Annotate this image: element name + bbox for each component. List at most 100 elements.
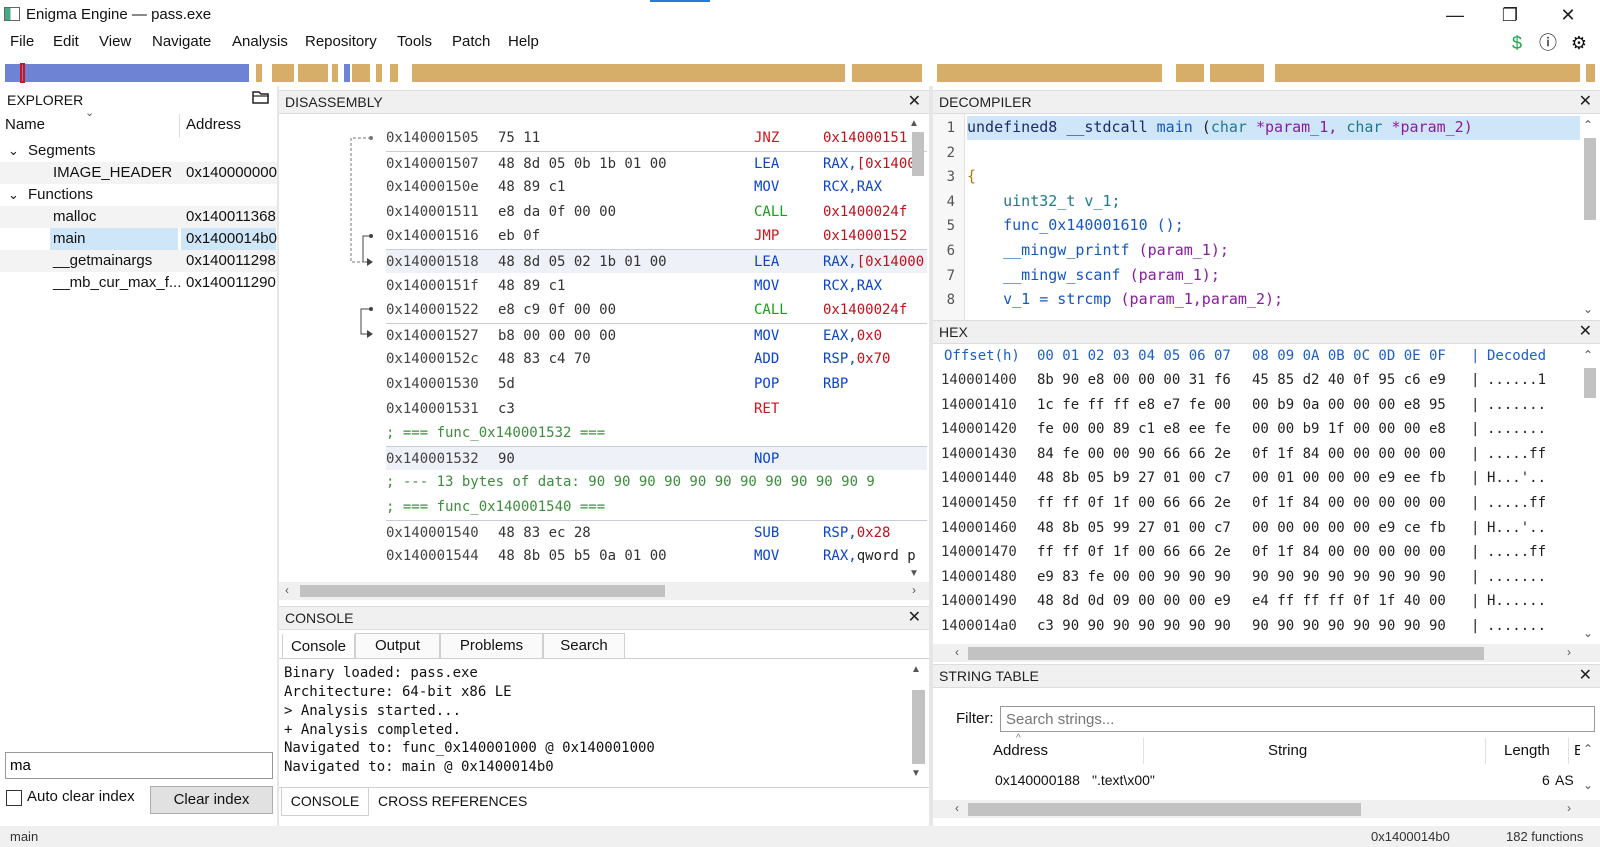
col-length-header[interactable]: Length (1504, 742, 1550, 759)
disasm-address[interactable]: 0x140001540 (386, 521, 479, 544)
tab-problems[interactable]: Problems (440, 633, 543, 659)
open-folder-icon[interactable] (252, 89, 270, 104)
gear-icon[interactable]: ⚙ (1568, 32, 1590, 54)
disasm-row[interactable]: 0x14000152c 48 83 c4 70 ADD RSP,0x70 (386, 347, 927, 371)
tree-group-functions[interactable]: ⌄ Functions (0, 184, 278, 206)
scroll-right-icon[interactable]: › (1567, 801, 1571, 815)
nav-data-segment[interactable] (937, 64, 1162, 82)
disasm-row[interactable]: 0x140001522 e8 c9 0f 00 00 CALL 0x1400024f (386, 298, 927, 322)
disasm-address[interactable]: 0x140001544 (386, 544, 479, 568)
menu-edit[interactable]: Edit (53, 33, 79, 50)
disasm-row[interactable]: 0x140001532 90 NOP (386, 445, 927, 470)
scroll-left-icon[interactable]: ‹ (955, 645, 959, 659)
disasm-row[interactable]: 0x140001527 b8 00 00 00 00 MOV EAX,0x0 (386, 322, 927, 347)
disasm-operand[interactable]: RSP,0x28 (823, 521, 890, 544)
disasm-comment-row[interactable]: ; === func_0x140001540 === (386, 495, 927, 519)
col-divider[interactable] (179, 114, 180, 138)
tree-item-getmainargs[interactable]: __getmainargs 0x140011298 (0, 250, 278, 272)
menu-file[interactable]: File (10, 33, 34, 50)
tab-output[interactable]: Output (355, 633, 440, 659)
disasm-address[interactable]: 0x140001505 (386, 126, 479, 150)
info-icon[interactable]: ⓘ (1537, 32, 1559, 54)
col-address-header[interactable]: Address (993, 742, 1048, 759)
scroll-up-icon[interactable]: ▲ (909, 118, 919, 129)
auto-clear-checkbox[interactable] (6, 790, 22, 806)
decompiler-vscroll-thumb[interactable] (1584, 138, 1596, 220)
disasm-operand[interactable]: RCX,RAX (823, 175, 882, 199)
nav-code-segment[interactable] (5, 64, 249, 82)
col-divider[interactable] (1143, 738, 1144, 764)
nav-data-segment[interactable] (1275, 64, 1580, 82)
navigation-band[interactable] (0, 60, 1600, 86)
disasm-row[interactable]: 0x140001544 48 8b 05 b5 0a 01 00 MOV RAX,qw… (386, 544, 927, 568)
scroll-right-icon[interactable]: › (912, 583, 916, 597)
scroll-down-icon[interactable]: ▼ (909, 568, 919, 579)
disasm-operand[interactable]: 0x1400024f (823, 298, 907, 322)
nav-data-segment[interactable] (272, 64, 294, 82)
nav-data-segment[interactable] (376, 64, 382, 82)
disasm-row[interactable]: 0x140001530 5d POP RBP (386, 372, 927, 396)
scroll-down-icon[interactable]: ⌄ (1583, 778, 1593, 792)
menu-repository[interactable]: Repository (305, 33, 377, 50)
decompiler-line[interactable]: __mingw_scanf (param_1); (967, 266, 1220, 284)
close-icon[interactable]: ✕ (908, 91, 921, 113)
scroll-down-icon[interactable]: ⌄ (1583, 302, 1593, 316)
expand-chevron-icon[interactable]: ⌄ (8, 140, 19, 162)
nav-data-segment[interactable] (412, 64, 845, 82)
col-string-header[interactable]: String (1268, 742, 1307, 759)
disasm-address[interactable]: 0x14000151f (386, 274, 479, 298)
decompiler-line[interactable]: __mingw_printf (param_1); (967, 241, 1229, 259)
scroll-left-icon[interactable]: ‹ (285, 583, 289, 597)
hex-view[interactable]: Offset(h) 00 01 02 03 04 05 06 07 08 09 … (933, 344, 1580, 644)
scroll-right-icon[interactable]: › (1567, 645, 1571, 659)
disasm-operand[interactable]: 0x14000151 (823, 126, 907, 150)
string-row[interactable]: 0x140000188 ".text\x00" 6 AS (955, 769, 1575, 793)
menu-view[interactable]: View (99, 33, 131, 50)
disasm-operand[interactable]: RAX,qword p (823, 544, 916, 568)
disasm-comment-row[interactable]: ; === func_0x140001532 === (386, 421, 927, 445)
disasm-address[interactable]: 0x140001532 (386, 447, 479, 470)
decompiler-line[interactable]: undefined8 __stdcall main (char *param_1… (967, 118, 1473, 136)
console-output[interactable]: Binary loaded: pass.exe Architecture: 64… (279, 659, 909, 781)
disasm-operand[interactable]: RAX,[0x14000 (823, 250, 924, 273)
scroll-up-icon[interactable]: ▲ (911, 664, 921, 675)
close-icon[interactable]: ✕ (1579, 91, 1592, 113)
disasm-row[interactable]: 0x14000150e 48 89 c1 MOV RCX,RAX (386, 175, 927, 199)
disasm-address[interactable]: 0x140001511 (386, 200, 479, 224)
nav-data-segment[interactable] (352, 64, 370, 82)
disasm-row[interactable]: 0x140001516 eb 0f JMP 0x14000152 (386, 224, 927, 248)
close-button[interactable]: ✕ (1553, 2, 1583, 28)
disasm-operand[interactable]: 0x14000152 (823, 224, 907, 248)
nav-data-segment[interactable] (390, 64, 398, 82)
tree-item-main[interactable]: main 0x1400014b0 (0, 228, 278, 250)
scroll-down-icon[interactable]: ⌄ (1583, 626, 1593, 640)
nav-code-segment[interactable] (344, 64, 350, 82)
col-divider[interactable] (1485, 738, 1486, 764)
nav-data-segment[interactable] (1586, 64, 1595, 82)
disasm-operand[interactable]: RBP (823, 372, 848, 396)
restore-button[interactable]: ❐ (1495, 2, 1525, 28)
menu-help[interactable]: Help (508, 33, 539, 50)
menu-analysis[interactable]: Analysis (232, 33, 288, 50)
disasm-row[interactable]: 0x14000151f 48 89 c1 MOV RCX,RAX (386, 274, 927, 298)
tree-item-image-header[interactable]: IMAGE_HEADER 0x140000000 (0, 162, 278, 184)
scroll-up-icon[interactable]: ⌃ (1583, 742, 1593, 756)
disasm-row[interactable]: 0x140001511 e8 da 0f 00 00 CALL 0x1400024f (386, 200, 927, 224)
explorer-search-input[interactable] (5, 752, 273, 779)
disasm-comment-row[interactable]: ; --- 13 bytes of data: 90 90 90 90 90 9… (386, 470, 927, 494)
close-icon[interactable]: ✕ (908, 607, 921, 629)
disasm-address[interactable]: 0x14000152c (386, 347, 479, 371)
minimize-button[interactable]: — (1440, 2, 1470, 28)
disasm-address[interactable]: 0x140001531 (386, 397, 479, 421)
hex-hscroll-thumb[interactable] (968, 647, 1484, 660)
disasm-vscroll-thumb[interactable] (912, 132, 924, 176)
nav-data-segment[interactable] (256, 64, 262, 82)
disasm-row[interactable]: 0x140001531 c3 RET (386, 397, 927, 421)
tab-console[interactable]: Console (282, 633, 355, 659)
decompiler-line[interactable]: func_0x140001610 (); (967, 216, 1184, 234)
tree-group-segments[interactable]: ⌄ Segments (0, 140, 278, 162)
hex-vscroll-thumb[interactable] (1584, 368, 1596, 398)
menu-navigate[interactable]: Navigate (152, 33, 211, 50)
tree-item-malloc[interactable]: malloc 0x140011368 (0, 206, 278, 228)
disasm-address[interactable]: 0x140001518 (386, 250, 479, 273)
